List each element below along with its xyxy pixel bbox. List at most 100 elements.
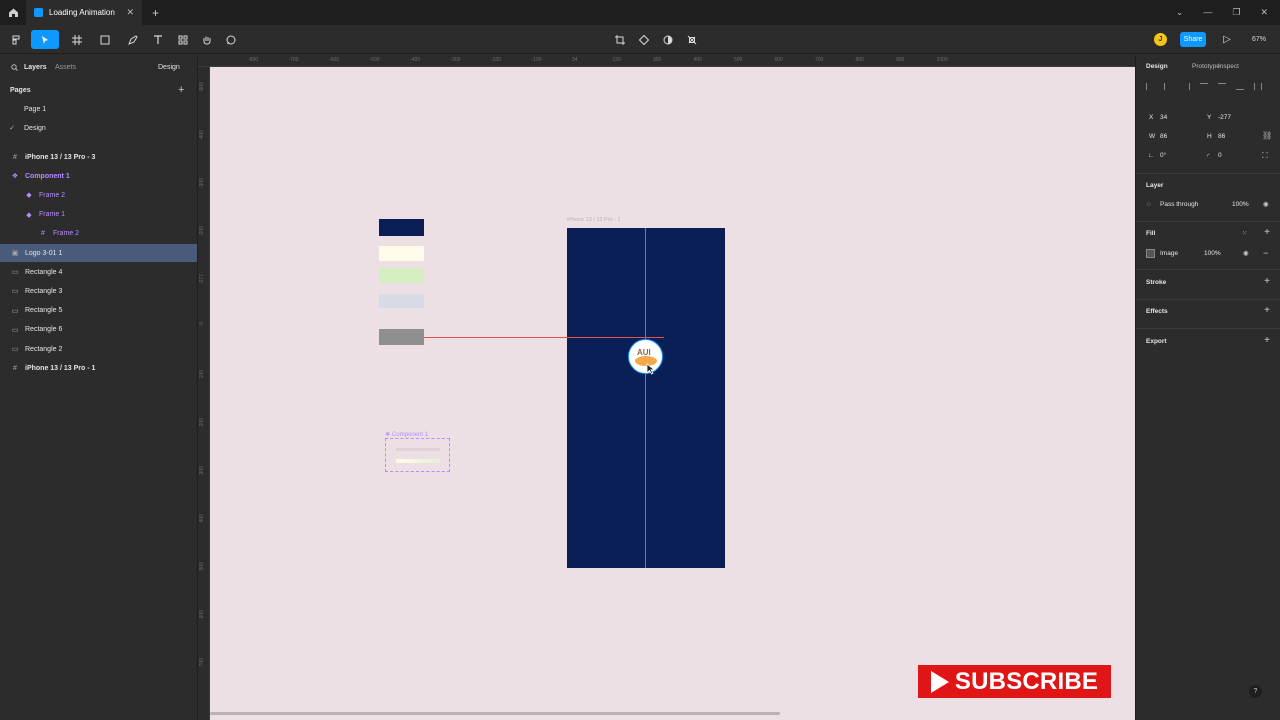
- swatch-navy[interactable]: [379, 219, 424, 236]
- new-tab-button[interactable]: +: [152, 6, 159, 20]
- add-effect-icon[interactable]: +: [1264, 305, 1270, 316]
- layer-row[interactable]: ❖ Component 1: [0, 167, 197, 185]
- avatar[interactable]: J: [1154, 33, 1167, 46]
- layer-label: Component 1: [25, 172, 70, 180]
- swatch-gray[interactable]: [379, 329, 424, 345]
- image-thumbnail[interactable]: [1146, 249, 1155, 258]
- subscribe-banner[interactable]: SUBSCRIBE: [918, 665, 1111, 698]
- add-stroke-icon[interactable]: +: [1264, 276, 1270, 287]
- add-fill-icon[interactable]: +: [1264, 227, 1270, 238]
- x-field[interactable]: 34: [1160, 114, 1167, 121]
- chevron-down-icon[interactable]: ⌄: [1176, 7, 1184, 18]
- iphone-frame[interactable]: [567, 228, 725, 568]
- eye-icon[interactable]: ◉: [1263, 200, 1269, 208]
- blend-mode-select[interactable]: Pass through: [1160, 201, 1198, 208]
- help-button[interactable]: ?: [1249, 685, 1262, 698]
- layer-row[interactable]: ▭ Rectangle 4: [0, 263, 197, 281]
- layer-row[interactable]: ◆ Frame 1: [0, 206, 197, 224]
- swatch-cream[interactable]: [379, 246, 424, 261]
- comment-tool-icon[interactable]: [223, 30, 239, 49]
- layer-row[interactable]: # iPhone 13 / 13 Pro - 3: [0, 148, 197, 166]
- move-tool-button[interactable]: [31, 30, 59, 49]
- tab-design[interactable]: Design: [1146, 63, 1168, 70]
- share-button[interactable]: Share: [1180, 32, 1206, 47]
- w-field[interactable]: 86: [1160, 133, 1167, 140]
- layer-label: Frame 2: [39, 191, 66, 199]
- layer-opacity-field[interactable]: 100%: [1232, 201, 1249, 208]
- tab-layers[interactable]: Layers: [24, 64, 47, 71]
- constrain-proportions-icon[interactable]: ⛓: [1262, 131, 1272, 140]
- crop-icon[interactable]: [612, 30, 628, 49]
- main-menu-icon[interactable]: [6, 30, 26, 49]
- close-tab-icon[interactable]: ✕: [126, 7, 134, 18]
- add-export-icon[interactable]: +: [1264, 335, 1270, 346]
- h-field[interactable]: 86: [1218, 133, 1225, 140]
- layer-heading: Layer: [1146, 182, 1164, 189]
- align-right-icon[interactable]: [1182, 83, 1190, 90]
- remove-fill-icon[interactable]: −: [1263, 248, 1268, 258]
- zoom-dropdown[interactable]: 67%: [1244, 30, 1274, 49]
- layers-panel: Layers Assets Design Pages + Page 1 ✓ Desi…: [0, 55, 198, 720]
- resources-tool-icon[interactable]: [175, 30, 191, 49]
- page-item[interactable]: Page 1: [0, 100, 197, 118]
- close-window-button[interactable]: ✕: [1260, 7, 1268, 18]
- tab-inspect[interactable]: Inspect: [1218, 63, 1239, 70]
- y-field[interactable]: -277: [1218, 114, 1231, 121]
- tab-loading-animation[interactable]: Loading Animation ✕: [26, 0, 142, 25]
- component-icon[interactable]: [636, 30, 652, 49]
- tab-assets[interactable]: Assets: [55, 64, 76, 71]
- align-middle-icon[interactable]: [1218, 83, 1226, 90]
- rotation-field[interactable]: 0°: [1160, 152, 1166, 159]
- layer-row[interactable]: ▭ Rectangle 5: [0, 302, 197, 320]
- add-page-button[interactable]: +: [178, 84, 184, 96]
- divider: [1136, 173, 1280, 174]
- fill-opacity-field[interactable]: 100%: [1204, 250, 1221, 257]
- measurement-line-horizontal: [424, 337, 664, 338]
- fill-type[interactable]: Image: [1160, 250, 1178, 257]
- layer-row[interactable]: # Frame 2: [0, 225, 197, 243]
- hand-tool-icon[interactable]: [199, 30, 215, 49]
- align-left-icon[interactable]: [1146, 83, 1154, 90]
- contrast-icon[interactable]: [660, 30, 676, 49]
- frame-tool-icon[interactable]: [66, 30, 88, 49]
- swatch-light-green[interactable]: [379, 268, 424, 283]
- ruler-tick: 100: [199, 370, 205, 379]
- minimize-button[interactable]: —: [1203, 7, 1212, 18]
- maximize-button[interactable]: ❐: [1232, 7, 1240, 18]
- align-top-icon[interactable]: [1200, 83, 1208, 90]
- layer-row[interactable]: ▭ Rectangle 2: [0, 340, 197, 358]
- canvas[interactable]: ❖ Component 1 iPhone 13 / 13 Pro - 1 AUI: [210, 67, 1135, 720]
- radius-field[interactable]: 0: [1218, 152, 1222, 159]
- alignment-row: [1146, 83, 1274, 91]
- distribute-icon[interactable]: [1254, 83, 1262, 90]
- layer-row[interactable]: ▣ Logo 3-01 1: [0, 244, 197, 262]
- layer-rect-icon: ▭: [11, 346, 19, 353]
- progress-fill: [396, 459, 440, 463]
- subscribe-text: SUBSCRIBE: [954, 667, 1099, 695]
- search-icon[interactable]: [11, 64, 18, 73]
- page-item[interactable]: ✓ Design: [0, 119, 197, 137]
- measurement-line-vertical: [645, 228, 646, 568]
- fill-visibility-icon[interactable]: ◉: [1243, 249, 1249, 257]
- fill-styles-icon[interactable]: ⁙: [1242, 229, 1247, 237]
- pen-tool-icon[interactable]: [122, 30, 144, 49]
- align-bottom-icon[interactable]: [1236, 83, 1244, 90]
- layer-row[interactable]: ◆ Frame 2: [0, 186, 197, 204]
- component-1-frame[interactable]: [385, 438, 450, 472]
- home-icon[interactable]: [0, 0, 26, 25]
- fill-heading: Fill: [1146, 230, 1156, 237]
- present-play-icon[interactable]: ▷: [1219, 30, 1235, 49]
- horizontal-scrollbar[interactable]: [210, 712, 780, 715]
- independent-corners-icon[interactable]: ⛶: [1262, 151, 1268, 161]
- swatch-light-gray-blue[interactable]: [379, 294, 424, 308]
- rectangle-tool-icon[interactable]: [94, 30, 116, 49]
- layer-row[interactable]: ▭ Rectangle 6: [0, 321, 197, 339]
- layer-row[interactable]: # iPhone 13 / 13 Pro - 1: [0, 359, 197, 377]
- align-center-icon[interactable]: [1164, 83, 1172, 90]
- page-dropdown[interactable]: Design: [158, 64, 180, 71]
- image-crop-icon[interactable]: [684, 30, 700, 49]
- text-tool-icon[interactable]: [150, 30, 166, 49]
- ruler-tick: -400: [410, 57, 421, 63]
- layer-row[interactable]: ▭ Rectangle 3: [0, 282, 197, 300]
- tab-prototype[interactable]: Prototype: [1192, 63, 1220, 70]
